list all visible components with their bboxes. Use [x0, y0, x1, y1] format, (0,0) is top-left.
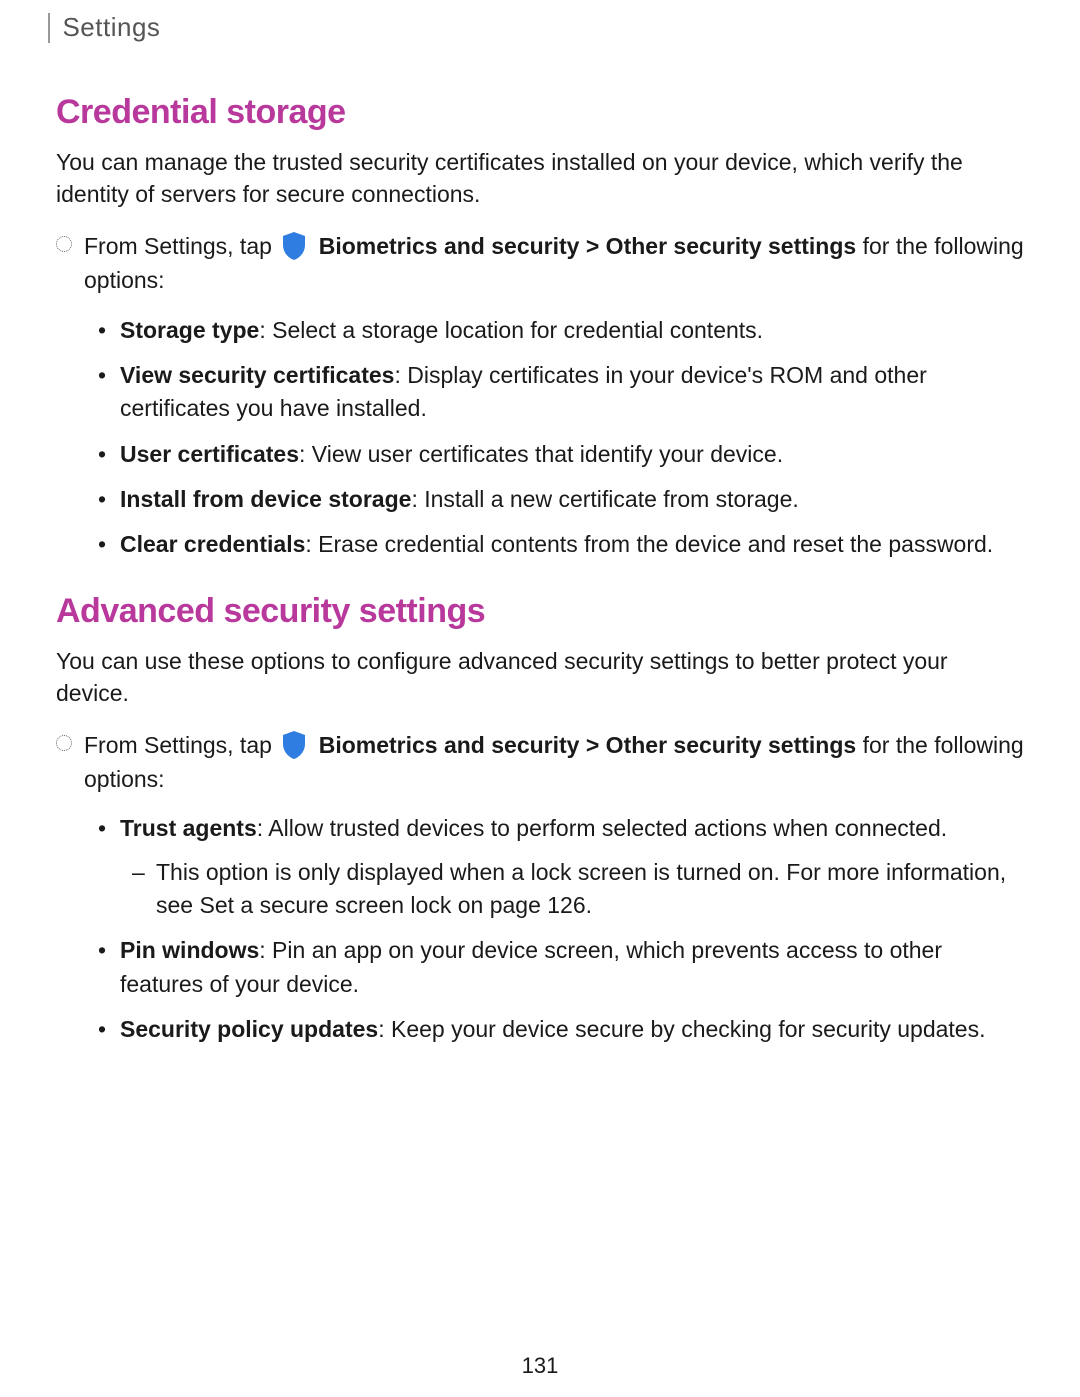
bullet-circle-icon — [56, 735, 72, 751]
option-desc: : View user certificates that identify y… — [299, 441, 783, 467]
option-desc: : Erase credential contents from the dev… — [305, 531, 993, 557]
list-item: View security certificates: Display cert… — [120, 359, 1024, 426]
option-title: Pin windows — [120, 937, 259, 963]
list-item: Storage type: Select a storage location … — [120, 314, 1024, 347]
section1-intro: You can manage the trusted security cert… — [56, 146, 1024, 210]
shield-icon — [280, 232, 308, 260]
page-header: Settings — [0, 0, 1080, 43]
page-content: Credential storage You can manage the tr… — [0, 93, 1080, 1046]
section1-instruction: From Settings, tap Biometrics and securi… — [84, 230, 1024, 561]
instruction-prefix: From Settings, tap — [84, 233, 278, 259]
list-item: User certificates: View user certificate… — [120, 438, 1024, 471]
option-desc: : Install a new certificate from storage… — [411, 486, 798, 512]
option-title: Clear credentials — [120, 531, 305, 557]
list-item: Trust agents: Allow trusted devices to p… — [120, 812, 1024, 922]
sub-note-list: This option is only displayed when a loc… — [120, 856, 1024, 923]
shield-icon — [280, 731, 308, 759]
section1-instruction-list: From Settings, tap Biometrics and securi… — [56, 230, 1024, 561]
header-divider — [48, 13, 50, 43]
instruction-path: Biometrics and security > Other security… — [319, 233, 857, 259]
section2-instruction: From Settings, tap Biometrics and securi… — [84, 729, 1024, 1046]
bullet-circle-icon — [56, 236, 72, 252]
section-heading-credential-storage: Credential storage — [56, 93, 1024, 132]
option-title: User certificates — [120, 441, 299, 467]
instruction-prefix: From Settings, tap — [84, 732, 278, 758]
subnote-after: on page 126. — [451, 892, 592, 918]
section2-options: Trust agents: Allow trusted devices to p… — [84, 812, 1024, 1046]
section-advanced: Advanced security settings You can use t… — [56, 592, 1024, 1047]
sub-note: This option is only displayed when a loc… — [156, 856, 1024, 923]
section2-instruction-list: From Settings, tap Biometrics and securi… — [56, 729, 1024, 1046]
list-item: Install from device storage: Install a n… — [120, 483, 1024, 516]
option-desc: : Keep your device secure by checking fo… — [378, 1016, 985, 1042]
option-title: View security certificates — [120, 362, 394, 388]
section2-intro: You can use these options to configure a… — [56, 645, 1024, 709]
list-item: Security policy updates: Keep your devic… — [120, 1013, 1024, 1046]
option-title: Install from device storage — [120, 486, 411, 512]
header-title: Settings — [62, 12, 160, 42]
list-item: Clear credentials: Erase credential cont… — [120, 528, 1024, 561]
list-item: Pin windows: Pin an app on your device s… — [120, 934, 1024, 1001]
option-desc: : Allow trusted devices to perform selec… — [257, 815, 947, 841]
section1-options: Storage type: Select a storage location … — [84, 314, 1024, 562]
instruction-path: Biometrics and security > Other security… — [319, 732, 857, 758]
section-heading-advanced-security: Advanced security settings — [56, 592, 1024, 631]
page-number: 131 — [0, 1353, 1080, 1379]
option-title: Storage type — [120, 317, 259, 343]
option-title: Security policy updates — [120, 1016, 378, 1042]
option-desc: : Select a storage location for credenti… — [259, 317, 763, 343]
subnote-link: Set a secure screen lock — [199, 892, 451, 918]
option-title: Trust agents — [120, 815, 257, 841]
